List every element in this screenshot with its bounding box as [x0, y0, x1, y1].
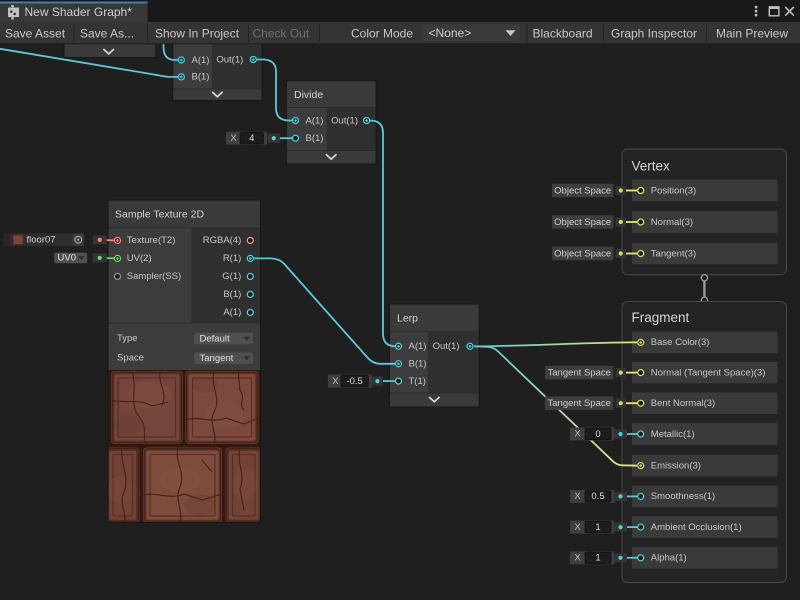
svg-text:Bent Normal(3): Bent Normal(3) — [651, 398, 715, 409]
svg-text:Divide: Divide — [294, 89, 323, 101]
svg-text:Graph Inspector: Graph Inspector — [611, 26, 697, 40]
svg-text:Out(1): Out(1) — [216, 54, 243, 65]
svg-text:Tangent Space: Tangent Space — [548, 398, 611, 409]
svg-text:Fragment: Fragment — [632, 310, 690, 325]
svg-text:Check Out: Check Out — [253, 26, 310, 40]
svg-text:Metallic(1): Metallic(1) — [651, 429, 695, 440]
svg-text:Sample Texture 2D: Sample Texture 2D — [115, 209, 205, 221]
svg-text:Texture(T2): Texture(T2) — [127, 235, 176, 246]
svg-text:4: 4 — [249, 133, 254, 144]
svg-text:R(1): R(1) — [223, 253, 241, 264]
svg-text:A(1): A(1) — [306, 115, 324, 126]
svg-text:Tangent(3): Tangent(3) — [651, 248, 696, 259]
svg-text:Smoothness(1): Smoothness(1) — [651, 491, 715, 502]
svg-text:Object Space: Object Space — [554, 185, 611, 196]
svg-text:0.5: 0.5 — [591, 491, 604, 502]
svg-text:B(1): B(1) — [192, 72, 210, 83]
svg-text:X: X — [574, 553, 581, 564]
svg-text:Tangent Space: Tangent Space — [548, 367, 611, 378]
svg-text:B(1): B(1) — [409, 359, 427, 370]
svg-text:A(1): A(1) — [192, 55, 210, 66]
svg-text:<None>: <None> — [429, 26, 472, 40]
svg-text:Ambient Occlusion(1): Ambient Occlusion(1) — [651, 522, 742, 533]
svg-text:Space: Space — [117, 353, 144, 364]
svg-text:UV(2): UV(2) — [127, 253, 152, 264]
svg-text:X: X — [574, 522, 581, 533]
svg-text:Vertex: Vertex — [632, 158, 671, 173]
svg-text:A(1): A(1) — [409, 341, 427, 352]
svg-text:Object Space: Object Space — [554, 217, 611, 228]
svg-text:Tangent: Tangent — [200, 353, 234, 364]
svg-text:Normal(3): Normal(3) — [651, 217, 693, 228]
svg-text:Out(1): Out(1) — [433, 341, 460, 352]
svg-text:1: 1 — [595, 522, 600, 533]
svg-text:floor07: floor07 — [27, 235, 56, 246]
svg-text:Lerp: Lerp — [397, 313, 418, 325]
svg-text:Save As...: Save As... — [80, 26, 134, 40]
svg-text:X: X — [230, 133, 237, 144]
svg-text:Main Preview: Main Preview — [716, 26, 788, 40]
svg-text:1: 1 — [595, 553, 600, 564]
svg-text:Object Space: Object Space — [554, 248, 611, 259]
svg-text:RGBA(4): RGBA(4) — [203, 235, 242, 246]
svg-text:Alpha(1): Alpha(1) — [651, 553, 687, 564]
svg-text:Show In Project: Show In Project — [155, 26, 240, 40]
svg-text:Emission(3): Emission(3) — [651, 460, 701, 471]
svg-text:Default: Default — [200, 333, 230, 344]
svg-text:X: X — [574, 491, 581, 502]
svg-text:Sampler(SS): Sampler(SS) — [127, 271, 181, 282]
svg-text:T(1): T(1) — [409, 376, 426, 387]
svg-text:Normal (Tangent Space)(3): Normal (Tangent Space)(3) — [651, 367, 766, 378]
svg-text:Out(1): Out(1) — [331, 115, 358, 126]
svg-text:B(1): B(1) — [223, 289, 241, 300]
svg-text:-0.5: -0.5 — [346, 376, 362, 387]
svg-text:0: 0 — [595, 429, 600, 440]
svg-text:Save Asset: Save Asset — [5, 26, 66, 40]
svg-text:G(1): G(1) — [222, 271, 241, 282]
svg-text:X: X — [574, 429, 581, 440]
svg-text:New Shader Graph*: New Shader Graph* — [25, 5, 133, 19]
svg-text:A(1): A(1) — [223, 307, 241, 318]
svg-text:Blackboard: Blackboard — [533, 26, 593, 40]
svg-text:Base Color(3): Base Color(3) — [651, 337, 710, 348]
svg-text:Type: Type — [117, 333, 138, 344]
svg-text:X: X — [332, 376, 339, 387]
svg-text:Color Mode: Color Mode — [351, 26, 413, 40]
svg-text:B(1): B(1) — [306, 133, 324, 144]
svg-text:Position(3): Position(3) — [651, 185, 696, 196]
svg-text:UV0: UV0 — [58, 253, 76, 264]
